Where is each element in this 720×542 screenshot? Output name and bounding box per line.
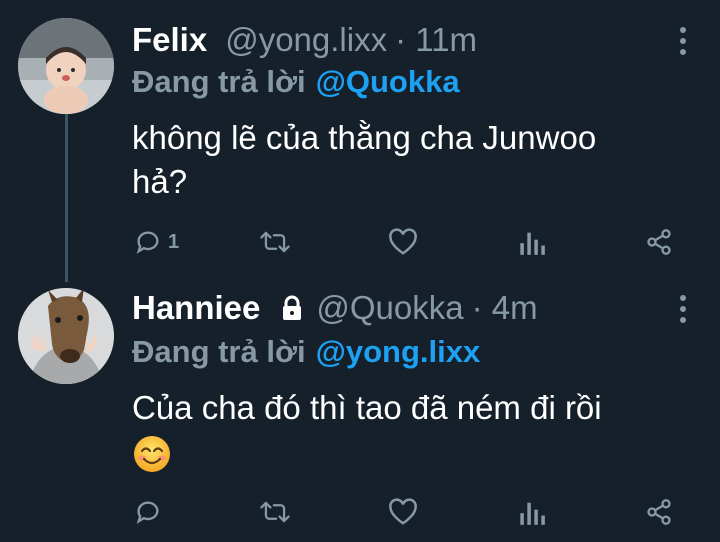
tweet-actions: 1 <box>0 222 720 262</box>
mention-link[interactable]: @yong.lixx <box>316 334 481 369</box>
tweet-text: không lẽ của thằng cha Junwoo hả? <box>132 116 692 204</box>
share-icon <box>645 498 673 526</box>
replying-to: Đang trả lời @Quokka <box>132 64 460 100</box>
more-icon[interactable] <box>678 294 688 324</box>
tweet-text-line: không lẽ của thằng cha Junwoo <box>132 119 597 156</box>
replying-to-label: Đang trả lời <box>132 64 306 99</box>
avatar[interactable] <box>18 288 114 384</box>
more-icon[interactable] <box>678 26 688 56</box>
like-icon <box>388 228 418 256</box>
tweet-hanniee[interactable]: Hanniee @Quokka · 4m Đang trả lời @yong.l… <box>0 270 720 542</box>
username-handle[interactable]: @yong.lixx <box>225 21 387 59</box>
replying-to-label: Đang trả lời <box>132 334 306 369</box>
reply-icon <box>134 228 162 256</box>
tweet-actions <box>0 492 720 532</box>
replying-to: Đang trả lời @yong.lixx <box>132 334 480 370</box>
username-handle[interactable]: @Quokka <box>316 289 463 327</box>
retweet-icon <box>258 228 292 256</box>
display-name[interactable]: Felix <box>132 21 207 59</box>
analytics-icon <box>519 228 545 256</box>
reply-button[interactable] <box>134 492 168 532</box>
share-icon <box>645 228 673 256</box>
retweet-button[interactable] <box>258 492 292 532</box>
avatar[interactable] <box>18 18 114 114</box>
like-button[interactable] <box>388 492 418 532</box>
tweet-text-line: hả? <box>132 163 188 200</box>
timestamp[interactable]: · 11m <box>395 21 477 59</box>
share-button[interactable] <box>645 222 673 262</box>
analytics-button[interactable] <box>519 222 545 262</box>
analytics-button[interactable] <box>519 492 545 532</box>
mention-link[interactable]: @Quokka <box>316 64 460 99</box>
lock-icon <box>280 295 304 321</box>
retweet-icon <box>258 498 292 526</box>
tweet-header: Felix @yong.lixx · 11m <box>132 18 477 62</box>
tweet-text: Của cha đó thì tao đã ném đi rồi <box>132 386 692 474</box>
like-icon <box>388 498 418 526</box>
display-name[interactable]: Hanniee <box>132 289 260 327</box>
tweet-text-line: Của cha đó thì tao đã ném đi rồi <box>132 389 602 426</box>
timestamp[interactable]: · 4m <box>472 289 538 327</box>
reply-button[interactable]: 1 <box>134 222 179 262</box>
like-button[interactable] <box>388 222 418 262</box>
tweet-header: Hanniee @Quokka · 4m <box>132 286 538 330</box>
smiling-face-emoji <box>132 434 172 474</box>
analytics-icon <box>519 498 545 526</box>
share-button[interactable] <box>645 492 673 532</box>
tweet-felix[interactable]: Felix @yong.lixx · 11m Đang trả lời @Quok… <box>0 0 720 270</box>
reply-icon <box>134 498 162 526</box>
reply-count: 1 <box>168 230 180 253</box>
retweet-button[interactable] <box>258 222 292 262</box>
